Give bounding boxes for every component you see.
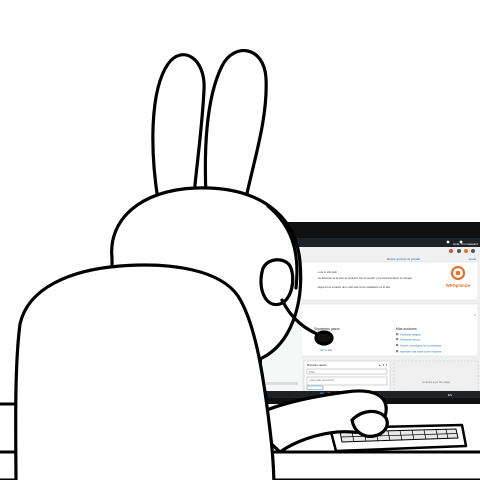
sidebar-item[interactable] [266,382,298,385]
headset-mic [314,330,334,346]
rabbit-paw [350,409,389,438]
more-actions-heading: Más acciones [396,327,417,331]
notice-line: ...a de tu sitio web [316,270,337,274]
browser-icon[interactable] [457,249,461,253]
screen-options-link[interactable]: Mostrar opciones de pantalla [387,257,421,261]
save-draft-button[interactable] [306,385,324,390]
field-placeholder: ¿Qué estás pensando? [309,379,335,382]
rabbit-ear-right [203,49,268,200]
drag-boxes-text: Arrastra aquí las cajas [422,380,450,384]
more-action-link[interactable]: Gestionar menús [400,338,420,342]
browser-icon[interactable] [464,249,468,253]
browser-icon[interactable] [471,249,475,253]
cartoon-scene: Hola, Tim Gaspard Mostrar opciones de pa… [0,49,480,480]
headset-earpiece [259,258,295,307]
browser-icon[interactable] [449,249,453,253]
notice-line: ...llega a ti es a travez de tu sitio we… [316,285,391,289]
more-action-link[interactable]: Gestionar widgets [400,333,421,337]
rabbit-ear-left [151,53,206,202]
notice-line: ...rendimiento de la web, la conexion co… [316,276,413,280]
chair-back [14,263,276,480]
box-controls[interactable]: ▲ ▼ ▾ [379,363,388,367]
quick-draft-title: Borrador rápido [307,363,327,367]
admin-bar-greeting: Hola, Tim Gaspard [453,242,478,246]
admin-bar-icon [446,240,450,244]
next-steps-heading: Siguientes pasos [314,327,340,331]
brand-name: WPOptimize [446,283,471,288]
admin-bar-icon [459,240,463,244]
view-site-link[interactable]: Ver tu sitio [320,348,333,352]
quick-draft-title-input[interactable] [306,368,388,375]
welcome-panel [299,261,479,301]
more-action-link[interactable]: Aprender más sobre cómo empezar [400,350,442,354]
more-action-link[interactable]: Activar o desactivar los comentarios [400,344,442,348]
help-link[interactable]: Ayuda [469,257,477,261]
taskbar-language: ES [448,393,452,397]
field-placeholder: Título [309,371,316,374]
